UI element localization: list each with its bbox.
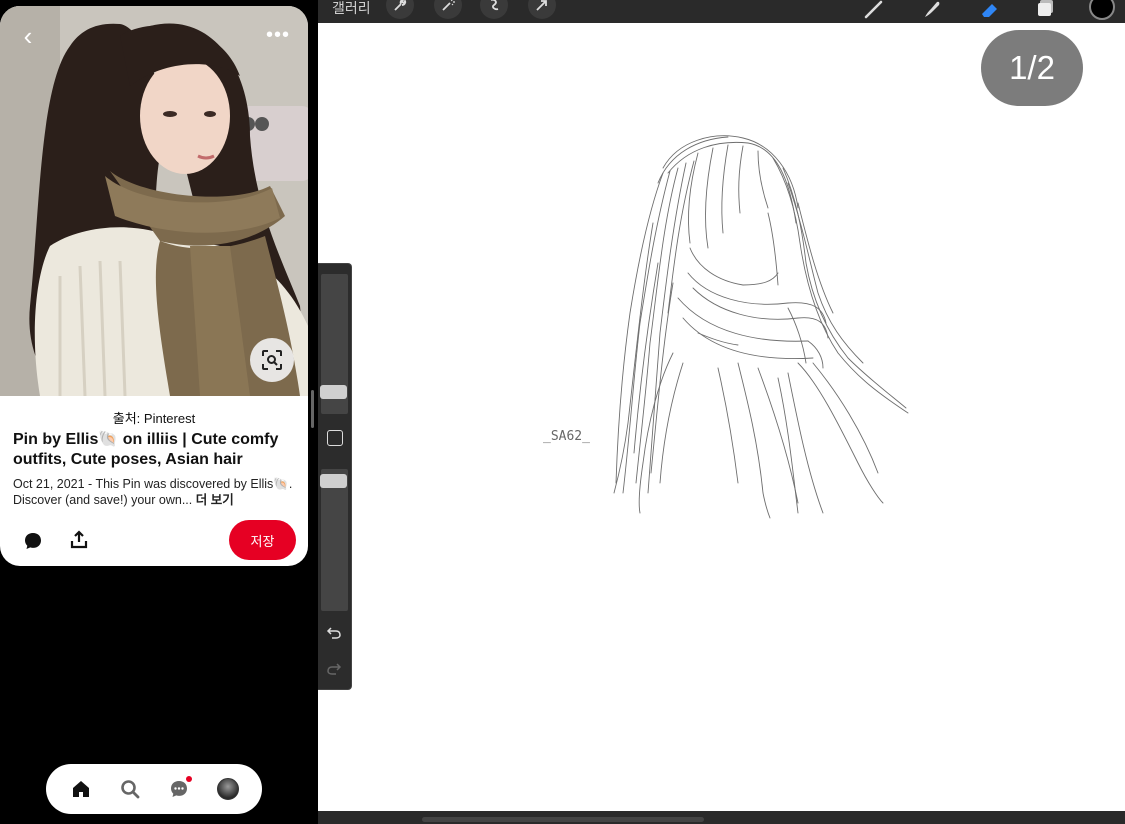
split-view-handle[interactable] xyxy=(311,390,314,428)
transform-button[interactable] xyxy=(528,0,556,19)
read-more-link[interactable]: 더 보기 xyxy=(196,493,234,507)
selection-button[interactable] xyxy=(480,0,508,19)
brush-tool-button[interactable] xyxy=(862,0,886,20)
smudge-tool-button[interactable] xyxy=(920,0,944,20)
share-button[interactable] xyxy=(68,529,90,551)
bottom-bar xyxy=(318,811,1125,824)
nav-messages[interactable] xyxy=(164,774,194,804)
selection-icon xyxy=(491,0,499,11)
opacity-track xyxy=(321,469,348,611)
pencil-sketch: _SA62_ xyxy=(543,135,909,519)
actions-button[interactable] xyxy=(386,0,414,19)
home-indicator xyxy=(422,817,704,822)
wrench-icon xyxy=(394,0,407,11)
nav-search[interactable] xyxy=(115,774,145,804)
pin-image[interactable]: ‹ ••• xyxy=(0,6,308,396)
adjustments-button[interactable] xyxy=(434,0,462,19)
redo-icon xyxy=(327,663,342,675)
pin-description-text: Oct 21, 2021 - This Pin was discovered b… xyxy=(13,477,293,507)
bottom-nav-bar xyxy=(46,764,262,814)
search-icon xyxy=(120,780,139,799)
magic-wand-icon xyxy=(442,0,455,11)
notification-badge xyxy=(185,776,192,782)
pin-photo-illustration xyxy=(0,6,308,396)
redo-button[interactable] xyxy=(326,660,342,681)
visual-search-icon xyxy=(262,350,282,370)
procreate-top-toolbar: 갤러리 xyxy=(318,0,1125,23)
opacity-slider[interactable] xyxy=(320,474,347,488)
pin-card: ‹ ••• 출처: Pinterest Pin by Ellis🐚 on ill… xyxy=(0,6,308,566)
brush-size-slider[interactable] xyxy=(320,385,347,399)
procreate-sidebar xyxy=(318,263,352,690)
comment-button[interactable] xyxy=(22,530,44,552)
share-icon xyxy=(70,530,88,549)
nav-profile[interactable] xyxy=(213,774,243,804)
modify-button[interactable] xyxy=(327,430,343,446)
smudge-icon xyxy=(925,1,940,17)
nav-home[interactable] xyxy=(66,774,96,804)
brush-icon xyxy=(864,0,883,19)
undo-icon xyxy=(326,627,341,639)
avatar xyxy=(216,778,239,800)
eraser-icon xyxy=(982,4,997,17)
comment-icon xyxy=(25,533,41,549)
pinterest-pane: ‹ ••• 출처: Pinterest Pin by Ellis🐚 on ill… xyxy=(0,0,316,824)
more-options-button[interactable]: ••• xyxy=(266,24,290,47)
visual-search-button[interactable] xyxy=(250,338,294,382)
pin-source-label: 출처: Pinterest xyxy=(112,411,196,426)
color-picker-button[interactable] xyxy=(1089,0,1115,20)
back-button[interactable]: ‹ xyxy=(14,22,42,50)
pin-description: Oct 21, 2021 - This Pin was discovered b… xyxy=(13,476,297,508)
drawing-canvas[interactable]: _SA62_ xyxy=(318,23,1125,811)
pin-title: Pin by Ellis🐚 on illiis | Cute comfy out… xyxy=(13,431,279,468)
signature-text: _SA62_ xyxy=(543,429,590,444)
ellipsis-icon: ••• xyxy=(265,24,290,46)
layers-icon xyxy=(1038,0,1053,16)
eraser-tool-button[interactable] xyxy=(978,0,1002,20)
layers-button[interactable] xyxy=(1034,0,1058,20)
procreate-pane: _SA62_ 갤러리 1/2 xyxy=(318,0,1125,824)
transform-arrow-icon xyxy=(536,0,547,11)
chevron-left-icon: ‹ xyxy=(23,21,33,51)
undo-button[interactable] xyxy=(326,624,342,645)
save-button[interactable]: 저장 xyxy=(229,520,296,560)
page-counter-badge: 1/2 xyxy=(981,30,1083,106)
gallery-button[interactable]: 갤러리 xyxy=(332,0,371,18)
home-icon xyxy=(72,781,89,797)
